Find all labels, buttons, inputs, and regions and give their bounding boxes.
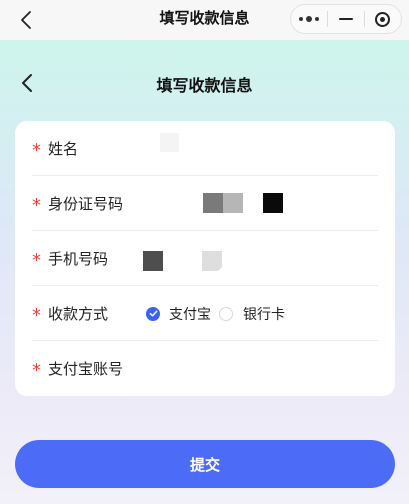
page-title: 填写收款信息 (156, 76, 253, 95)
phone-value-redacted (143, 251, 163, 271)
id-value-redacted (203, 193, 223, 213)
close-button[interactable] (365, 4, 401, 34)
id-value-redacted (223, 193, 243, 213)
alipay-account-field[interactable]: * 支付宝账号 (32, 341, 378, 396)
bank-card-option-label[interactable]: 银行卡 (243, 304, 285, 324)
target-circle-icon (375, 11, 391, 27)
payment-info-form: * 姓名 * 身份证号码 * 手机号码 * 收款方式 支付宝 银行卡 * 支付宝… (15, 121, 395, 396)
required-mark: * (32, 139, 41, 161)
chevron-left-icon (21, 11, 31, 29)
check-icon (149, 310, 157, 317)
alipay-option-label[interactable]: 支付宝 (169, 304, 211, 324)
name-field[interactable]: * 姓名 (32, 121, 378, 176)
required-mark: * (32, 249, 41, 271)
chevron-left-icon (22, 74, 32, 92)
mini-program-capsule (290, 4, 402, 34)
system-back-button[interactable] (12, 6, 40, 34)
alipay-account-label: 支付宝账号 (48, 360, 124, 378)
required-mark: * (32, 360, 41, 381)
required-mark: * (32, 304, 41, 326)
id-number-label: 身份证号码 (48, 194, 124, 213)
more-dots-icon (299, 16, 319, 22)
more-button[interactable] (291, 4, 327, 34)
name-label: 姓名 (48, 139, 79, 158)
phone-field[interactable]: * 手机号码 (32, 231, 378, 286)
required-mark: * (32, 194, 41, 216)
submit-button[interactable]: 提交 (15, 440, 395, 488)
minimize-button[interactable] (328, 4, 364, 34)
page-back-button[interactable] (14, 70, 40, 96)
id-number-field[interactable]: * 身份证号码 (32, 176, 378, 231)
id-value-redacted (263, 193, 283, 213)
payment-method-radio-group: 支付宝 银行卡 (146, 286, 285, 341)
system-nav-bar: 填写收款信息 (0, 0, 409, 40)
payment-method-field: * 收款方式 支付宝 银行卡 (32, 286, 378, 341)
phone-label: 手机号码 (48, 249, 109, 268)
alipay-radio[interactable] (146, 306, 160, 321)
bank-card-radio[interactable] (219, 306, 233, 321)
name-value-redacted (160, 133, 179, 152)
payment-method-label: 收款方式 (48, 304, 109, 323)
phone-value-redacted (202, 251, 222, 271)
minus-icon (338, 17, 353, 21)
